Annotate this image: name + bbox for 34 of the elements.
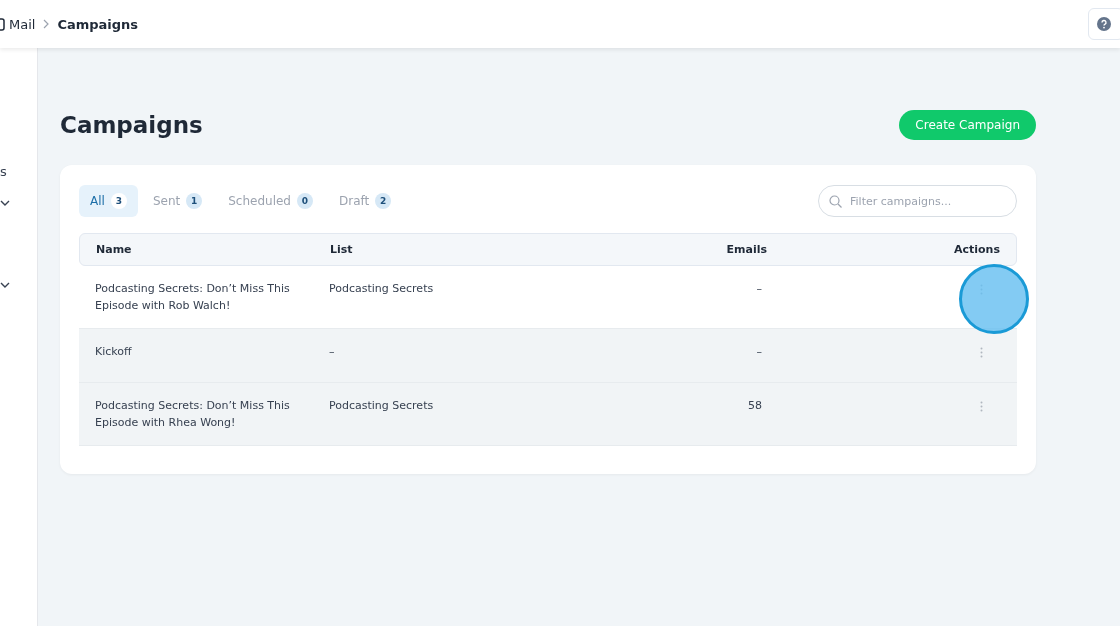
chevron-icon[interactable] <box>0 282 10 288</box>
table-cell-text: – <box>755 344 763 360</box>
table-row[interactable]: Podcasting Secrets: Don’t Miss This Episode with Rhea Wong! Podcasting Secrets 58 <box>79 383 1017 446</box>
breadcrumb-item: Campaigns <box>57 16 139 32</box>
help-button[interactable] <box>1088 8 1120 40</box>
count-badge: 2 <box>375 193 392 209</box>
column-header: Actions <box>953 243 1000 256</box>
table-cell-text: Kickoff <box>95 344 133 360</box>
help-icon <box>1097 17 1111 31</box>
table-cell-text: 58 <box>747 398 763 414</box>
filter-tab[interactable]: Draft 2 <box>327 185 403 217</box>
table-cell-text: Podcasting Secrets <box>329 281 435 297</box>
page-title: Campaigns <box>60 112 203 138</box>
column-header: Emails <box>725 243 767 256</box>
count-badge: 3 <box>110 193 127 209</box>
column-header: Name <box>96 243 133 256</box>
column-header: List <box>330 243 354 256</box>
filter-tab[interactable]: Scheduled 0 <box>217 185 324 217</box>
chevron-right-icon <box>43 19 50 29</box>
filter-tab[interactable]: All 3 <box>79 185 138 217</box>
table-cell-text: Podcasting Secrets: Don’t Miss This Episode with Rob Walch! <box>95 281 291 314</box>
count-badge: 1 <box>186 193 203 209</box>
mail-icon <box>0 17 6 31</box>
search-icon <box>829 194 842 208</box>
table-cell-text: Podcasting Secrets <box>329 398 435 414</box>
sidebar-item[interactable]: s <box>0 164 7 200</box>
table-cell-text: – <box>329 344 336 360</box>
count-badge: 0 <box>296 193 313 209</box>
table-cell-text: Podcasting Secrets: Don’t Miss This Episode with Rhea Wong! <box>95 398 291 431</box>
table-cell-text: – <box>755 281 763 297</box>
filter-tab[interactable]: Sent 1 <box>141 185 214 217</box>
chevron-icon[interactable] <box>0 200 10 206</box>
breadcrumb-item[interactable]: Mail <box>9 16 36 32</box>
table-row[interactable]: Kickoff – – <box>79 329 1017 383</box>
